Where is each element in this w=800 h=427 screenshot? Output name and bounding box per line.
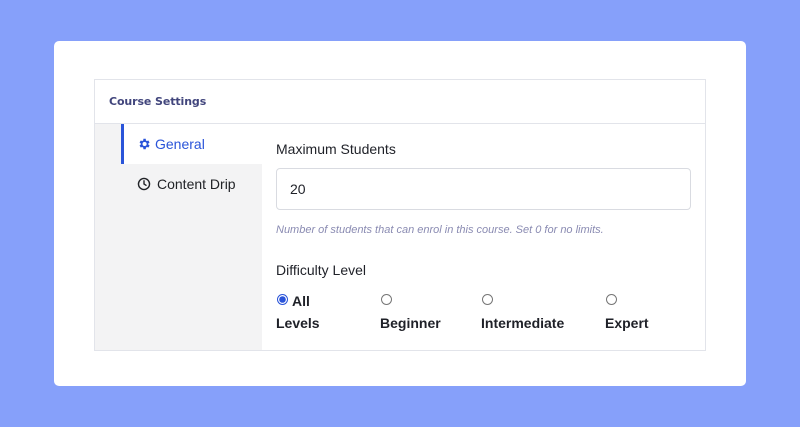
max-students-input[interactable] [276,168,691,210]
tab-content-drip[interactable]: Content Drip [121,164,262,204]
settings-card: Course Settings General Content Drip Max… [54,41,746,386]
option-label: Expert [605,315,649,331]
general-settings-content: Maximum Students Number of students that… [276,124,691,350]
option-label: Intermediate [481,315,565,331]
radio-all-levels[interactable] [277,294,288,305]
tab-general-label: General [155,136,205,152]
option-label-line2: Levels [276,315,320,331]
course-settings-panel: Course Settings General Content Drip Max… [94,79,706,351]
max-students-hint: Number of students that can enrol in thi… [276,224,604,236]
tab-general[interactable]: General [121,124,262,164]
max-students-label: Maximum Students [276,141,396,157]
radio-expert[interactable] [606,294,617,305]
option-label-line1: All [292,293,310,309]
radio-beginner[interactable] [381,294,392,305]
radio-intermediate[interactable] [482,294,493,305]
panel-header: Course Settings [95,80,705,124]
panel-body: General Content Drip Maximum Students Nu… [95,124,705,350]
difficulty-radio-group: All Levels Beginner Intermediate Expert [276,293,696,334]
clock-icon [137,177,151,191]
option-label: Beginner [380,315,441,331]
tab-content-drip-label: Content Drip [157,176,236,192]
gear-icon [137,137,151,151]
settings-sidebar: General Content Drip [95,124,262,350]
panel-title: Course Settings [109,95,207,108]
difficulty-level-label: Difficulty Level [276,262,367,278]
